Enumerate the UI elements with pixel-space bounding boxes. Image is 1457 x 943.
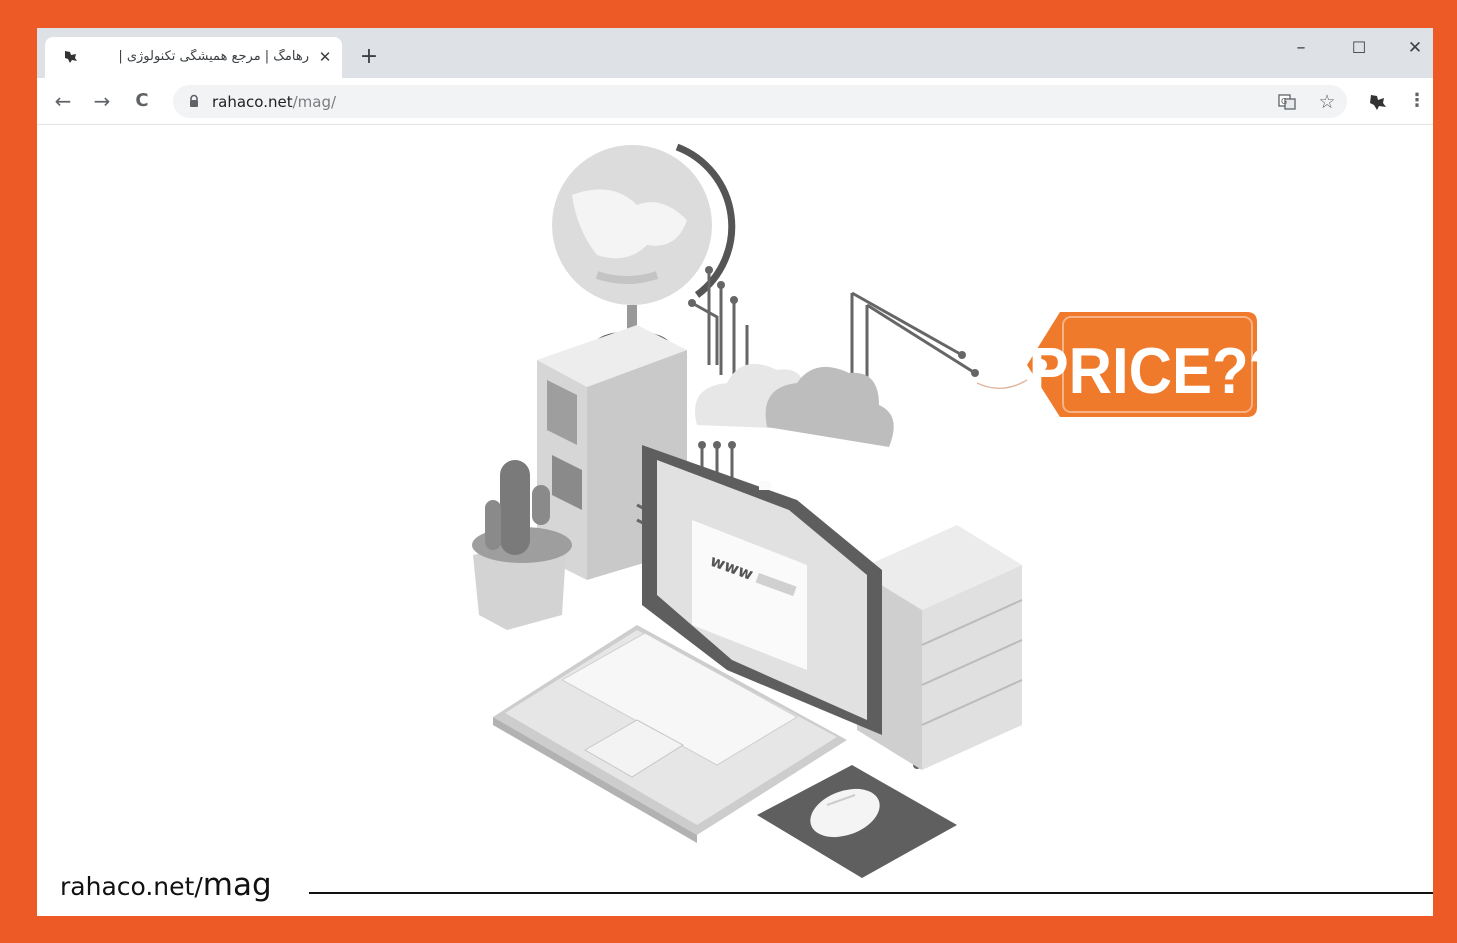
tab-strip: رهامگ | مرجع همیشگی تکنولوژی | ✕ + – ☐ ✕: [37, 28, 1433, 78]
close-window-button[interactable]: ✕: [1397, 36, 1433, 60]
footer-site: rahaco.net/: [60, 872, 203, 901]
browser-window: رهامگ | مرجع همیشگی تکنولوژی | ✕ + – ☐ ✕…: [37, 28, 1433, 916]
new-tab-button[interactable]: +: [357, 45, 381, 69]
globe-illustration: [552, 143, 736, 359]
translate-icon[interactable]: G: [1277, 92, 1297, 112]
url-path: /mag/: [292, 93, 337, 111]
menu-icon[interactable]: ⋮: [1407, 90, 1427, 112]
lock-icon: [190, 94, 198, 107]
tab-close-button[interactable]: ✕: [315, 47, 335, 67]
rahaco-logo-icon: [65, 51, 77, 63]
rahaco-extension-icon[interactable]: [1368, 92, 1388, 112]
active-tab[interactable]: رهامگ | مرجع همیشگی تکنولوژی | ✕: [45, 37, 342, 78]
url-host: rahaco.net: [212, 93, 293, 111]
footer-divider: [309, 892, 1433, 894]
footer-section: mag: [202, 867, 272, 903]
tech-illustration: www PRICE??: [472, 143, 1286, 878]
price-tag-illustration: PRICE??: [976, 312, 1286, 417]
address-bar[interactable]: rahaco.net/mag/ G ☆: [173, 85, 1347, 118]
maximize-button[interactable]: ☐: [1341, 36, 1377, 60]
svg-text:G: G: [1281, 97, 1287, 106]
footer-watermark: rahaco.net/mag: [60, 867, 272, 903]
browser-toolbar: ← → C rahaco.net/mag/ G ☆ ⋮: [37, 78, 1433, 125]
forward-button[interactable]: →: [89, 88, 115, 114]
minimize-button[interactable]: –: [1283, 36, 1319, 60]
bookmark-star-icon[interactable]: ☆: [1317, 92, 1337, 112]
url-text: rahaco.net/mag/: [212, 93, 336, 111]
back-button[interactable]: ←: [50, 88, 76, 114]
price-tag-text: PRICE??: [1029, 335, 1286, 408]
tab-title: رهامگ | مرجع همیشگی تکنولوژی |: [118, 49, 309, 64]
clouds-illustration: [695, 363, 894, 447]
mouse-pad-illustration: [757, 765, 957, 878]
page-content: www PRICE?? rahaco.net/mag: [37, 125, 1433, 916]
reload-button[interactable]: C: [129, 88, 155, 114]
